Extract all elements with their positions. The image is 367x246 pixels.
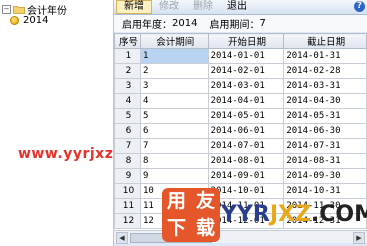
row-number[interactable]: 3 (114, 78, 141, 94)
table-row[interactable]: 7 7 2014-07-01 2014-07-31 (114, 138, 367, 154)
row-number[interactable]: 7 (114, 138, 141, 154)
grid-header-row: 序号 会计期间 开始日期 截止日期 (114, 33, 367, 49)
tree-node-2014[interactable]: 2014 (10, 15, 49, 26)
end-date-cell[interactable]: 2014-08-31 (283, 153, 367, 169)
start-date-cell[interactable]: 2014-04-01 (207, 93, 285, 109)
row-number[interactable]: 12 (114, 213, 141, 229)
table-row[interactable]: 3 3 2014-03-01 2014-03-31 (114, 78, 367, 94)
header-period[interactable]: 会计期间 (139, 33, 209, 49)
table-row[interactable]: 6 6 2014-06-01 2014-06-30 (114, 123, 367, 139)
row-number[interactable]: 6 (114, 123, 141, 139)
brand-part: .COM (310, 202, 367, 227)
new-button[interactable]: 新增 (116, 0, 152, 14)
folder-icon (13, 6, 25, 14)
row-number[interactable]: 9 (114, 168, 141, 184)
period-cell[interactable]: 4 (139, 93, 209, 109)
table-row[interactable]: 5 5 2014-05-01 2014-05-31 (114, 108, 367, 124)
period-cell[interactable]: 1 (139, 48, 209, 64)
header-index[interactable]: 序号 (114, 33, 141, 49)
start-date-cell[interactable]: 2014-08-01 (207, 153, 285, 169)
period-cell[interactable]: 6 (139, 123, 209, 139)
help-icon[interactable]: ? (354, 1, 365, 12)
period-cell[interactable]: 9 (139, 168, 209, 184)
header-end-date[interactable]: 截止日期 (283, 33, 367, 49)
logo-char: 载 (195, 217, 215, 239)
header-start-date[interactable]: 开始日期 (207, 33, 285, 49)
end-date-cell[interactable]: 2014-01-31 (283, 48, 367, 64)
period-cell[interactable]: 3 (139, 78, 209, 94)
table-row[interactable]: 2 2 2014-02-01 2014-02-28 (114, 63, 367, 79)
period-cell[interactable]: 7 (139, 138, 209, 154)
end-date-cell[interactable]: 2014-05-31 (283, 108, 367, 124)
exit-button[interactable]: 退出 (220, 0, 254, 14)
table-row[interactable]: 10 10 2014-10-01 2014-10-31 (114, 183, 367, 199)
period-cell[interactable]: 2 (139, 63, 209, 79)
watermark-brand: YYRJXZ.COM (221, 202, 367, 227)
enable-period-label: 启用期间： (209, 20, 260, 31)
year-node-icon (10, 16, 19, 25)
end-date-cell[interactable]: 2014-02-28 (283, 63, 367, 79)
toolbar: 新增 修改 删除 退出 ? (114, 0, 367, 15)
table-row[interactable]: 1 1 2014-01-01 2014-01-31 (114, 48, 367, 64)
start-date-cell[interactable]: 2014-07-01 (207, 138, 285, 154)
delete-button[interactable]: 删除 (186, 0, 220, 14)
year-tree-panel: − 会计年份 2014 (0, 0, 114, 246)
row-number[interactable]: 10 (114, 183, 141, 199)
logo-char: 友 (195, 190, 215, 212)
end-date-cell[interactable]: 2014-04-30 (283, 93, 367, 109)
enable-info-bar: 启用年度： 2014 启用期间： 7 (114, 15, 367, 32)
end-date-cell[interactable]: 2014-09-30 (283, 168, 367, 184)
period-cell[interactable]: 5 (139, 108, 209, 124)
table-row[interactable]: 9 9 2014-09-01 2014-09-30 (114, 168, 367, 184)
logo-char: 用 (166, 190, 186, 212)
start-date-cell[interactable]: 2014-03-01 (207, 78, 285, 94)
end-date-cell[interactable]: 2014-03-31 (283, 78, 367, 94)
row-number[interactable]: 2 (114, 63, 141, 79)
table-row[interactable]: 8 8 2014-08-01 2014-08-31 (114, 153, 367, 169)
period-grid: 序号 会计期间 开始日期 截止日期 1 1 2014-01-01 2014-01-31… (114, 33, 367, 230)
tree-child-label: 2014 (23, 15, 49, 26)
period-cell[interactable]: 8 (139, 153, 209, 169)
end-date-cell[interactable]: 2014-07-31 (283, 138, 367, 154)
watermark-logo: 用 友 下 载 (162, 188, 220, 242)
row-number[interactable]: 8 (114, 153, 141, 169)
row-number[interactable]: 4 (114, 93, 141, 109)
row-number[interactable]: 11 (114, 198, 141, 214)
brand-part: YYR (221, 202, 270, 227)
table-row[interactable]: 4 4 2014-04-01 2014-04-30 (114, 93, 367, 109)
end-date-cell[interactable]: 2014-10-31 (283, 183, 367, 199)
collapse-toggle-icon[interactable]: − (2, 5, 11, 14)
start-date-cell[interactable]: 2014-05-01 (207, 108, 285, 124)
brand-part: JXZ (269, 202, 311, 227)
start-date-cell[interactable]: 2014-09-01 (207, 168, 285, 184)
scroll-right-icon[interactable]: ▶ (353, 232, 365, 244)
logo-char: 下 (166, 217, 186, 239)
row-number[interactable]: 1 (114, 48, 141, 64)
end-date-cell[interactable]: 2014-06-30 (283, 123, 367, 139)
enable-year-value: 2014 (172, 18, 198, 29)
row-number[interactable]: 5 (114, 108, 141, 124)
edit-button[interactable]: 修改 (152, 0, 186, 14)
start-date-cell[interactable]: 2014-01-01 (207, 48, 285, 64)
enable-year-label: 启用年度： (122, 20, 172, 31)
start-date-cell[interactable]: 2014-02-01 (207, 63, 285, 79)
enable-period-value: 7 (259, 18, 266, 29)
scroll-left-icon[interactable]: ◀ (116, 232, 128, 244)
start-date-cell[interactable]: 2014-06-01 (207, 123, 285, 139)
horizontal-scrollbar[interactable]: ◀ ▶ (114, 230, 367, 244)
